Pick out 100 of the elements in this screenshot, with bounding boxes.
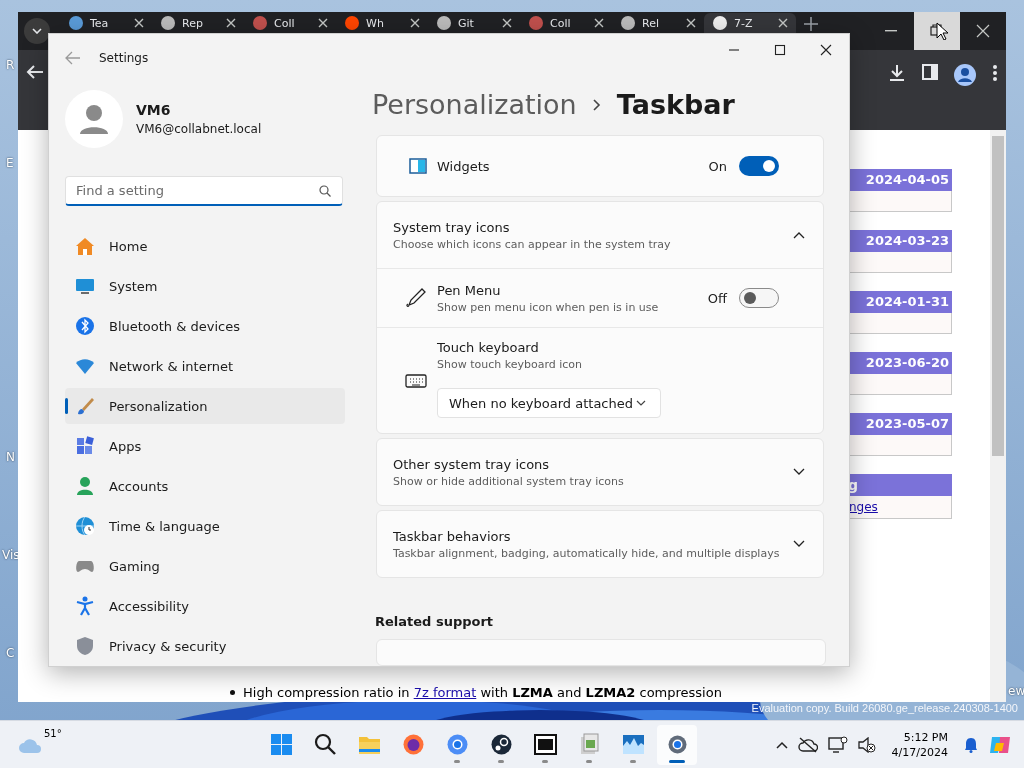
chevron-down-icon — [636, 400, 646, 406]
search-field[interactable]: Find a setting — [65, 176, 343, 206]
setting-label: Other system tray icons — [393, 456, 551, 472]
chevron-down-icon — [32, 28, 42, 34]
nav-item[interactable]: Time & language — [65, 508, 345, 544]
accessibility-icon — [75, 596, 95, 616]
release-date-header: 2024-03-23 — [848, 230, 952, 252]
home-icon — [75, 236, 95, 256]
temperature[interactable]: 51° — [44, 727, 62, 739]
site-icon — [436, 15, 452, 31]
cloud-off-icon[interactable] — [797, 736, 818, 753]
link[interactable]: nges — [849, 497, 878, 517]
chevron-down-icon[interactable] — [793, 468, 805, 476]
keyboard-icon — [405, 372, 427, 389]
close-icon — [410, 18, 420, 28]
wifi-icon — [75, 356, 95, 376]
close-icon — [975, 23, 991, 39]
scrollbar[interactable] — [990, 130, 1006, 702]
fox-icon — [400, 732, 426, 757]
monitor-icon — [75, 276, 95, 296]
chevron-up-icon[interactable] — [775, 740, 788, 749]
setting-label: Widgets — [437, 158, 491, 174]
running-indicator — [586, 759, 592, 763]
browser-tab[interactable]: Coll — [520, 13, 612, 33]
link[interactable]: 7z format — [413, 685, 477, 700]
widgets-icon — [409, 158, 427, 174]
chevron-down-icon[interactable] — [793, 540, 805, 548]
volume-muted-icon[interactable] — [857, 736, 876, 753]
nav-item[interactable]: Bluetooth & devices — [65, 308, 345, 344]
browser-tab[interactable]: 7-Z — [704, 13, 796, 33]
browser-tab[interactable]: Wh — [336, 13, 428, 33]
window-title: Settings — [99, 51, 149, 65]
chevron-right-icon — [592, 98, 601, 111]
browser-tab[interactable]: Tea — [60, 13, 152, 33]
user-email: VM6@collabnet.local — [136, 122, 262, 136]
running-indicator — [498, 759, 504, 763]
browser-tab[interactable]: Git — [428, 13, 520, 33]
setting-description: Show touch keyboard icon — [437, 358, 584, 371]
close-icon — [318, 18, 328, 28]
toggle-state: Off — [707, 290, 727, 306]
page-title: Taskbar — [616, 89, 735, 120]
breadcrumb-link[interactable]: Personalization — [372, 89, 577, 120]
profile-icon[interactable] — [954, 64, 976, 86]
nav-item[interactable]: Apps — [65, 428, 345, 464]
nav-item[interactable]: Privacy & security — [65, 628, 345, 664]
browser-tab[interactable]: Rel — [612, 13, 704, 33]
setting-label: Pen Menu — [437, 282, 502, 298]
maximize-icon — [774, 44, 786, 56]
menu-icon[interactable] — [992, 64, 998, 82]
close-icon — [820, 44, 832, 56]
running-indicator — [669, 759, 685, 763]
nav-item[interactable]: Home — [65, 228, 345, 264]
setting-description: Choose which icons can appear in the system tray — [393, 237, 672, 251]
toggle-switch[interactable] — [739, 288, 779, 308]
setting-label: Taskbar behaviors — [393, 528, 512, 544]
close-icon — [134, 18, 144, 28]
close-icon — [502, 18, 512, 28]
site-icon — [160, 15, 176, 31]
toggle-state: On — [708, 158, 727, 174]
search-icon[interactable] — [319, 185, 331, 197]
nav-item[interactable]: Accessibility — [65, 588, 345, 624]
close-icon — [594, 18, 604, 28]
feature-text: High compression ratio in 7z format with LZMA and LZMA2 compression — [243, 685, 722, 700]
site-icon — [528, 15, 544, 31]
section-heading: Related support — [375, 614, 495, 629]
browser-tab[interactable]: Coll — [244, 13, 336, 33]
apps-icon — [75, 436, 95, 456]
release-date-header: 2023-06-20 — [848, 352, 952, 374]
download-icon[interactable] — [888, 64, 906, 82]
toggle-switch[interactable] — [739, 156, 779, 176]
plus-icon[interactable] — [804, 17, 818, 31]
tab-search-button[interactable] — [24, 18, 50, 44]
clock[interactable]: 5:12 PM 4/17/2024 — [891, 730, 948, 759]
site-icon — [252, 15, 268, 31]
setting-label: System tray icons — [393, 219, 511, 235]
nav-item[interactable]: Accounts — [65, 468, 345, 504]
shield-icon — [75, 636, 95, 656]
side-panel-icon[interactable] — [922, 64, 938, 80]
chevron-up-icon[interactable] — [793, 231, 805, 239]
bullet-dot — [230, 690, 235, 695]
pen-icon — [405, 287, 427, 309]
user-name: VM6 — [136, 102, 172, 118]
bell-icon[interactable] — [964, 736, 978, 753]
scrollbar-thumb[interactable] — [992, 136, 1004, 456]
nav-item[interactable]: System — [65, 268, 345, 304]
nav-item[interactable]: Personalization — [65, 388, 345, 424]
taskbar-button[interactable] — [657, 724, 697, 765]
restore-button[interactable] — [914, 12, 960, 50]
nav-item[interactable]: Network & internet — [65, 348, 345, 384]
browser-tab[interactable]: Rep — [152, 13, 244, 33]
start-icon — [268, 732, 294, 757]
nav-item[interactable]: Gaming — [65, 548, 345, 584]
close-icon — [226, 18, 236, 28]
network-icon[interactable] — [827, 735, 848, 754]
running-indicator — [454, 759, 460, 763]
dropdown[interactable]: When no keyboard attached — [437, 388, 661, 418]
restore-icon — [929, 23, 945, 39]
waveform-window-icon — [620, 732, 646, 757]
release-date-header: 2024-04-05 — [848, 169, 952, 191]
search-icon — [312, 732, 338, 757]
